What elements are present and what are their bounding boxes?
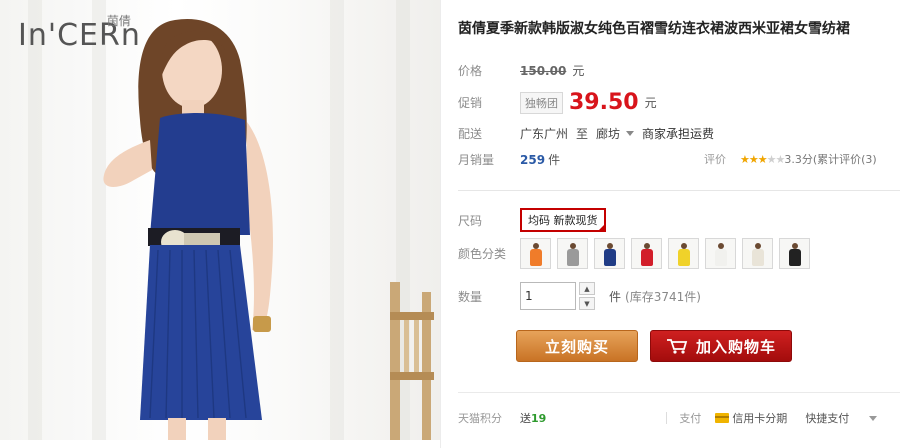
promo-unit: 元 xyxy=(644,96,657,110)
swatch-dress xyxy=(641,249,653,266)
points-label: 天猫积分 xyxy=(458,412,502,425)
buy-now-label: 立刻购买 xyxy=(544,337,609,356)
size-option-label: 均码 新款现货 xyxy=(528,214,598,227)
color-swatch-yellow[interactable] xyxy=(668,238,699,269)
color-swatch-black[interactable] xyxy=(779,238,810,269)
ship-to-word: 至 xyxy=(576,127,589,141)
color-row: 颜色分类 xyxy=(458,238,810,269)
decrement-button[interactable]: ▼ xyxy=(579,297,595,310)
rating-label: 评价 xyxy=(704,153,726,166)
stars-filled: ★★★ xyxy=(740,152,768,166)
quantity-unit: 件 xyxy=(609,289,622,304)
points-value: 送19 xyxy=(520,410,546,426)
size-option-selected[interactable]: 均码 新款现货 xyxy=(520,208,606,232)
payment-bar: 天猫积分 送19 支付 信用卡分期 快捷支付 xyxy=(458,410,878,426)
swatch-dress xyxy=(567,249,579,266)
color-swatch-list xyxy=(520,238,810,269)
stars-empty: ★★ xyxy=(766,152,786,166)
buy-now-button[interactable]: 立刻购买 xyxy=(516,330,638,362)
ship-to-selector[interactable]: 廊坊 xyxy=(596,125,620,142)
pay-label: 支付 xyxy=(679,412,702,425)
model-figure xyxy=(103,18,273,440)
points-number: 19 xyxy=(531,412,547,425)
swatch-dress xyxy=(715,249,727,266)
chevron-down-icon[interactable] xyxy=(869,415,878,421)
swatch-dress xyxy=(604,249,616,266)
color-swatch-navy[interactable] xyxy=(594,238,625,269)
promo-tag: 独畅团 xyxy=(520,91,563,114)
ship-from: 广东广州 xyxy=(520,127,569,141)
rating-summary[interactable]: 评价 ★★★★★ 3.3分(累计评价(3) xyxy=(704,151,877,167)
stepper-buttons: ▲ ▼ xyxy=(579,282,595,310)
section-divider xyxy=(458,190,900,191)
color-label: 颜色分类 xyxy=(458,247,507,261)
quantity-label: 数量 xyxy=(458,289,483,304)
promo-label: 促销 xyxy=(458,96,483,110)
add-to-cart-label: 加入购物车 xyxy=(695,337,776,356)
points-prefix: 送 xyxy=(520,412,531,425)
swatch-dress xyxy=(678,249,690,266)
color-swatch-grey[interactable] xyxy=(557,238,588,269)
divider xyxy=(440,0,441,448)
quantity-row: 数量 ▲ ▼ 件 (库存3741件) xyxy=(458,282,701,310)
shipping-row: 配送 广东广州 至 廊坊 商家承担运费 xyxy=(458,125,714,142)
sales-unit: 件 xyxy=(548,153,561,167)
stock-count: (库存3741件) xyxy=(625,289,701,304)
promo-row: 促销 独畅团 39.50 元 xyxy=(458,90,657,115)
selected-check-icon xyxy=(596,223,606,232)
increment-button[interactable]: ▲ xyxy=(579,282,595,295)
price-label: 价格 xyxy=(458,64,483,78)
size-label: 尺码 xyxy=(458,213,483,228)
credit-installment-link[interactable]: 信用卡分期 xyxy=(732,410,787,426)
color-swatch-cream[interactable] xyxy=(742,238,773,269)
swatch-dress xyxy=(530,249,542,266)
shipping-label: 配送 xyxy=(458,127,483,141)
promo-price: 39.50 xyxy=(569,90,639,115)
brand-chinese-name: 茵倩 xyxy=(106,14,131,28)
sales-count: 259 xyxy=(520,152,546,167)
product-photo[interactable]: In'CERn 茵倩 xyxy=(0,0,440,440)
price-row: 价格 150.00 元 xyxy=(458,62,584,79)
credit-card-icon xyxy=(715,413,730,423)
divider xyxy=(666,412,668,424)
star-rating-icon: ★★★★★ xyxy=(740,152,786,166)
swatch-dress xyxy=(752,249,764,266)
product-title: 茵倩夏季新款韩版淑女纯色百褶雪纺连衣裙波西米亚裙女雪纺裙 xyxy=(458,21,850,37)
quantity-stepper: ▲ ▼ xyxy=(520,282,595,310)
add-to-cart-button[interactable]: 加入购物车 xyxy=(650,330,792,362)
cart-icon xyxy=(666,339,688,354)
sales-label: 月销量 xyxy=(458,153,495,167)
brand-logo: In'CERn 茵倩 xyxy=(18,14,140,53)
quick-pay-link[interactable]: 快捷支付 xyxy=(805,410,849,426)
shipping-fee: 商家承担运费 xyxy=(642,127,715,141)
swatch-dress xyxy=(789,249,801,266)
chair-image xyxy=(390,282,434,440)
quantity-input[interactable] xyxy=(520,282,576,310)
section-divider xyxy=(458,392,900,393)
price-unit: 元 xyxy=(572,64,585,78)
sales-row: 月销量 259 件 xyxy=(458,151,560,168)
rating-score[interactable]: 3.3分(累计评价(3) xyxy=(784,151,876,167)
color-swatch-red[interactable] xyxy=(631,238,662,269)
color-swatch-orange[interactable] xyxy=(520,238,551,269)
original-price: 150.00 xyxy=(520,63,567,78)
size-row: 尺码 均码 新款现货 xyxy=(458,208,606,232)
chevron-down-icon[interactable] xyxy=(626,131,635,136)
color-swatch-white[interactable] xyxy=(705,238,736,269)
